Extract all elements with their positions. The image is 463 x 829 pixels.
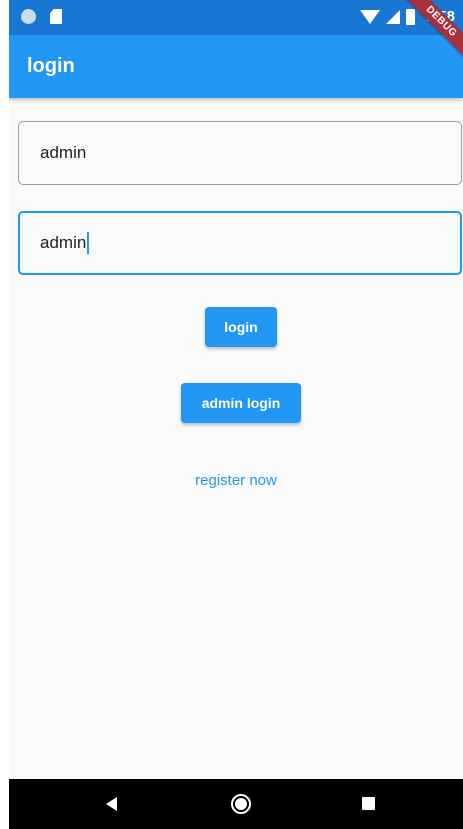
circle-notification-icon [21, 9, 36, 24]
username-field[interactable]: admin [18, 121, 462, 185]
battery-icon [405, 8, 415, 25]
navigation-bar [9, 779, 463, 829]
page-title: login [27, 55, 75, 77]
password-value: admin [40, 233, 87, 252]
sd-card-icon [50, 9, 62, 24]
wifi-icon [359, 9, 380, 24]
text-cursor [87, 232, 90, 254]
signal-icon [385, 9, 400, 24]
admin-login-button[interactable]: admin login [181, 383, 301, 423]
home-icon[interactable] [231, 794, 251, 814]
app-bar: login [9, 35, 463, 98]
status-bar: 7:58 [9, 0, 463, 35]
password-field[interactable]: admin [18, 211, 462, 275]
recents-icon[interactable] [362, 797, 375, 810]
username-value: admin [40, 143, 87, 162]
register-link[interactable]: register now [9, 472, 463, 489]
back-icon[interactable] [106, 797, 117, 811]
phone-screen: 7:58 DEBUG login admin admin login admin… [9, 0, 463, 829]
login-button[interactable]: login [205, 307, 277, 347]
status-left [21, 9, 62, 24]
